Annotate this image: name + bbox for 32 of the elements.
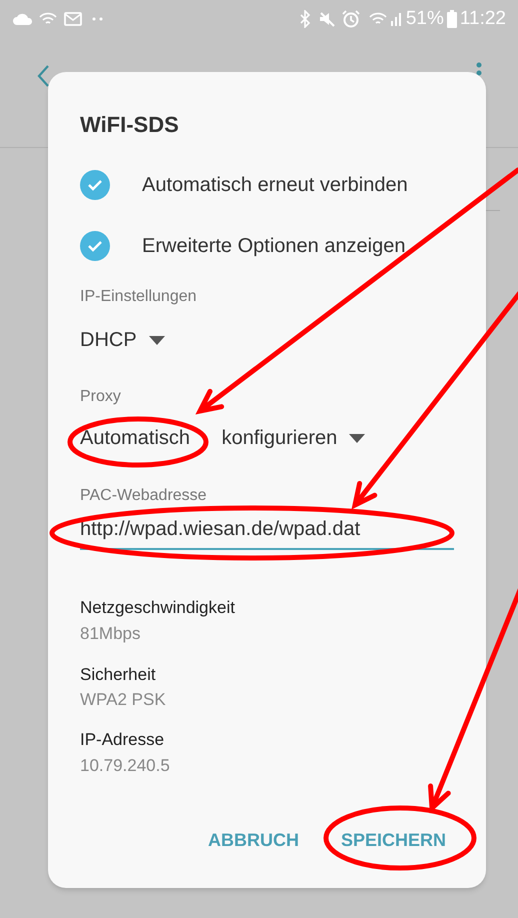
signal-icon [390, 11, 402, 27]
mail-icon [64, 12, 82, 26]
field-label: IP-Einstellungen [80, 287, 197, 307]
alarm-icon [342, 10, 360, 28]
back-icon[interactable] [36, 64, 50, 88]
field-label: PAC-Webadresse [80, 486, 207, 506]
option-label: Automatisch erneut verbinden [142, 173, 408, 198]
ip-settings-dropdown[interactable]: DHCP [80, 326, 165, 354]
checkbox[interactable] [80, 231, 110, 261]
detail-value: WPA2 PSK [80, 689, 167, 711]
bluetooth-icon [298, 10, 312, 28]
cloud-icon [12, 12, 34, 26]
clock: 11:22 [460, 6, 506, 31]
field-label: Proxy [80, 387, 121, 407]
checkbox[interactable] [80, 170, 110, 200]
battery-icon [446, 10, 457, 28]
caret-icon [148, 336, 165, 344]
proxy-dropdown[interactable]: Automatisch konfigurieren [80, 424, 366, 452]
url-input-field[interactable]: http://wpad.wiesan.de/wpad.dat [80, 510, 454, 550]
check-icon [87, 179, 103, 191]
detail-label: Netzgeschwindigkeit [80, 597, 236, 619]
mute-icon [318, 10, 336, 28]
detail-label: IP-Adresse [80, 729, 166, 751]
battery-level: 51% [406, 6, 444, 31]
more-notifications-icon [92, 17, 104, 21]
option-label: Erweiterte Optionen anzeigen [142, 234, 406, 259]
dialog-title: WiFI-SDS [80, 111, 180, 139]
caret-icon [349, 434, 366, 442]
check-icon [87, 240, 103, 252]
detail-value: 81Mbps [80, 623, 142, 645]
detail-label: Sicherheit [80, 664, 157, 686]
detail-value: 10.79.240.5 [80, 755, 171, 777]
